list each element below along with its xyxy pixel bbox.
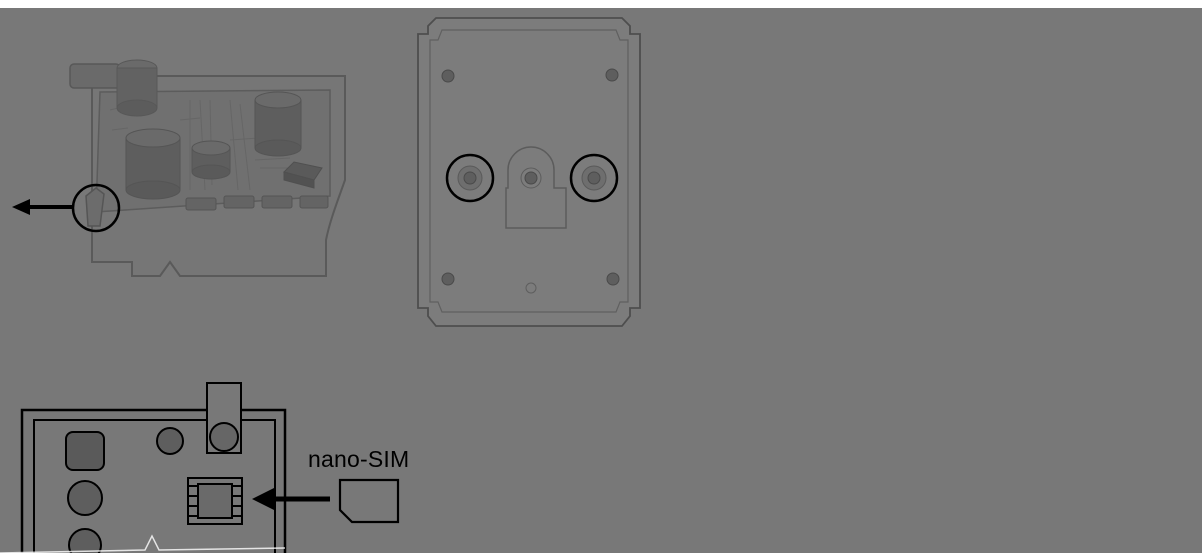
- nano-sim-card-icon: [338, 478, 400, 524]
- module-frame-outer: [20, 408, 287, 553]
- sim-holder-icon: [187, 477, 243, 525]
- capacitor-large: [125, 128, 181, 200]
- insert-arrow-icon: [252, 488, 330, 510]
- release-arrow-icon: [12, 199, 74, 215]
- capacitor-small: [191, 140, 231, 180]
- instruction-diagram: nano-SIM: [0, 0, 1202, 553]
- center-screw: [524, 171, 538, 185]
- diagram-illustration: [0, 17, 641, 553]
- frame-cut-line: [0, 534, 286, 553]
- enclosure-back-panel: [417, 17, 641, 327]
- capacitor-right: [254, 91, 302, 157]
- square-component: [65, 431, 105, 471]
- round-component: [156, 427, 184, 455]
- nano-sim-label: nano-SIM: [308, 446, 410, 472]
- circuit-board-panel: [12, 59, 346, 277]
